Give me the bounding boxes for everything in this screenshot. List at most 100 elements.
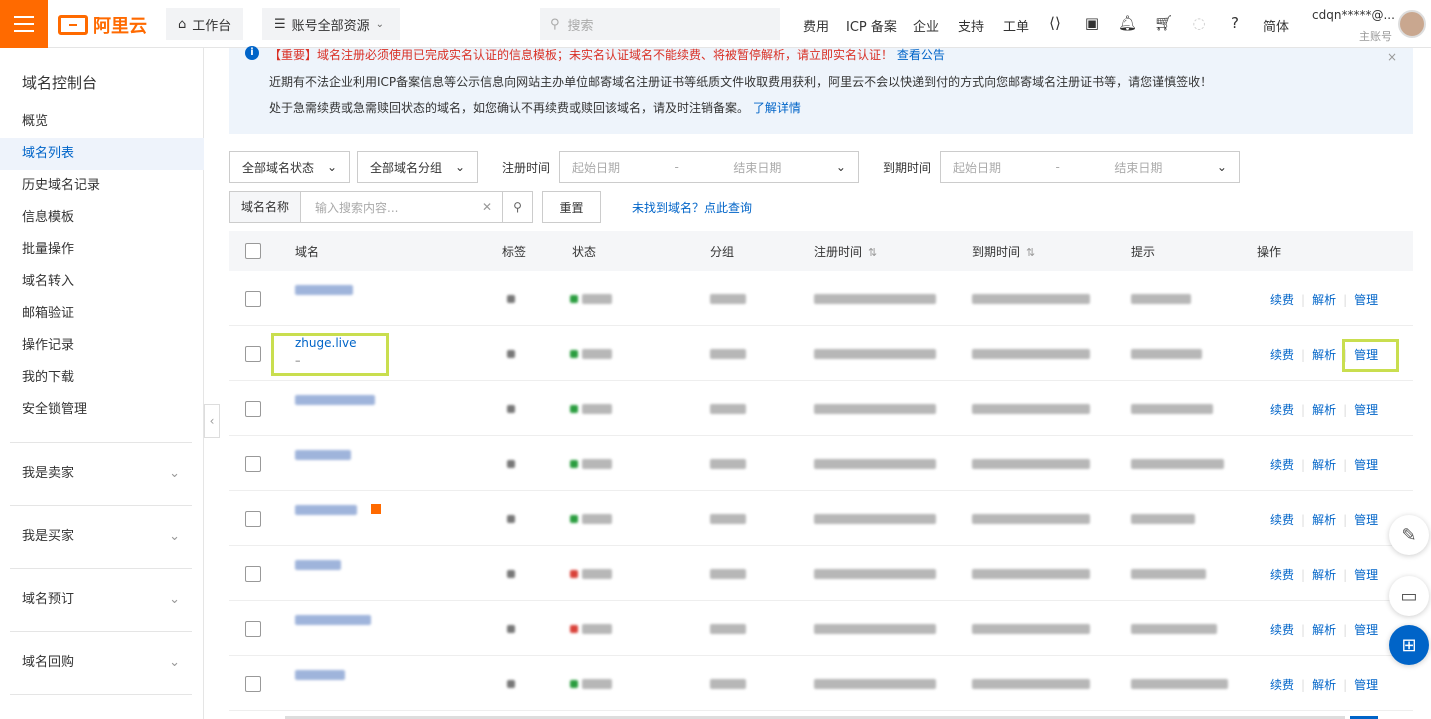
select-all-checkbox[interactable]: [245, 243, 261, 259]
row-checkbox[interactable]: [245, 676, 261, 692]
row-checkbox[interactable]: [245, 456, 261, 472]
aliyun-logo[interactable]: 阿里云: [58, 12, 147, 38]
sidebar-item-security-lock[interactable]: 安全锁管理: [0, 394, 204, 426]
workbench-button[interactable]: ⌂ 工作台: [166, 8, 244, 40]
edit-feedback-button[interactable]: ✎: [1389, 515, 1429, 555]
renew-link[interactable]: 续费: [1270, 621, 1294, 638]
row-checkbox[interactable]: [245, 621, 261, 637]
reg-start-date[interactable]: 起始日期: [572, 159, 620, 176]
domain-group-select[interactable]: 全部域名分组 ⌄: [357, 151, 478, 183]
manage-link[interactable]: 管理: [1354, 511, 1378, 528]
domain-name-blurred[interactable]: [295, 285, 353, 295]
exp-start-date[interactable]: 起始日期: [953, 159, 1001, 176]
exp-end-date[interactable]: 结束日期: [1114, 159, 1162, 176]
sidebar-item-downloads[interactable]: 我的下载: [0, 362, 204, 394]
manage-link[interactable]: 管理: [1354, 456, 1378, 473]
col-reg-time[interactable]: 注册时间 ⇅: [814, 243, 877, 260]
dns-resolve-link[interactable]: 解析: [1312, 291, 1336, 308]
sort-icon[interactable]: ⇅: [868, 246, 877, 259]
lightbulb-icon[interactable]: ◌: [1190, 14, 1208, 32]
registration-date-range[interactable]: 起始日期 - 结束日期 ⌄: [559, 151, 859, 183]
manage-link[interactable]: 管理: [1354, 291, 1378, 308]
manage-link[interactable]: 管理: [1354, 621, 1378, 638]
domain-name-blurred[interactable]: [295, 670, 345, 680]
account-info[interactable]: cdqn*****@... 主账号: [1312, 8, 1395, 44]
notice-announcement-link[interactable]: 查看公告: [897, 48, 945, 62]
expiration-date-range[interactable]: 起始日期 - 结束日期 ⌄: [940, 151, 1240, 183]
expiration-time-label: 到期时间: [883, 161, 932, 175]
sidebar-group-seller[interactable]: 我是卖家 ⌄: [0, 443, 204, 505]
dns-resolve-link[interactable]: 解析: [1312, 566, 1336, 583]
row-checkbox[interactable]: [245, 511, 261, 527]
terminal-icon[interactable]: ▣: [1083, 14, 1101, 32]
sidebar-item-email-verify[interactable]: 邮箱验证: [0, 298, 204, 330]
manage-link[interactable]: 管理: [1354, 676, 1378, 693]
nav-ticket[interactable]: 工单: [1003, 16, 1029, 35]
renew-link[interactable]: 续费: [1270, 456, 1294, 473]
domain-name-blurred[interactable]: [295, 615, 371, 625]
domain-search-input[interactable]: 输入搜索内容...: [301, 199, 472, 216]
row-checkbox[interactable]: [245, 291, 261, 307]
global-search-input[interactable]: ⚲ 搜索: [540, 8, 780, 40]
quick-tools-button[interactable]: ⊞: [1389, 625, 1429, 665]
renew-link[interactable]: 续费: [1270, 291, 1294, 308]
resource-selector[interactable]: ☰ 账号全部资源 ⌄: [262, 8, 400, 40]
sidebar-item-history[interactable]: 历史域名记录: [0, 170, 204, 202]
manage-link[interactable]: 管理: [1354, 401, 1378, 418]
domain-status-select[interactable]: 全部域名状态 ⌄: [229, 151, 350, 183]
sidebar-item-overview[interactable]: 概览: [0, 106, 204, 138]
col-exp-time[interactable]: 到期时间 ⇅: [972, 243, 1035, 260]
manage-link[interactable]: 管理: [1354, 566, 1378, 583]
renew-link[interactable]: 续费: [1270, 676, 1294, 693]
sidebar-group-buyer[interactable]: 我是买家 ⌄: [0, 506, 204, 568]
domain-name-blurred[interactable]: [295, 505, 357, 515]
sidebar-group-reserve[interactable]: 域名预订 ⌄: [0, 569, 204, 631]
avatar[interactable]: [1398, 10, 1426, 38]
hint-blurred: [1131, 294, 1191, 304]
sidebar-item-domain-list[interactable]: 域名列表: [0, 138, 204, 170]
notice-details-link[interactable]: 了解详情: [753, 101, 801, 115]
clear-icon[interactable]: ✕: [472, 200, 502, 214]
dns-resolve-link[interactable]: 解析: [1312, 401, 1336, 418]
dns-resolve-link[interactable]: 解析: [1312, 676, 1336, 693]
renew-link[interactable]: 续费: [1270, 346, 1294, 363]
help-icon[interactable]: ?: [1226, 14, 1244, 32]
close-icon[interactable]: ×: [1387, 50, 1397, 64]
nav-fees[interactable]: 费用: [803, 16, 829, 35]
domain-name-blurred[interactable]: [295, 395, 375, 405]
nav-icp[interactable]: ICP 备案: [846, 16, 897, 35]
renew-link[interactable]: 续费: [1270, 566, 1294, 583]
sidebar-item-operation-log[interactable]: 操作记录: [0, 330, 204, 362]
row-checkbox[interactable]: [245, 566, 261, 582]
dns-resolve-link[interactable]: 解析: [1312, 456, 1336, 473]
sidebar-collapse-handle[interactable]: ‹: [204, 404, 220, 438]
row-checkbox[interactable]: [245, 346, 261, 362]
dns-resolve-link[interactable]: 解析: [1312, 346, 1336, 363]
cart-icon[interactable]: 🛒︎: [1154, 14, 1173, 32]
language-switch[interactable]: 简体: [1263, 16, 1289, 35]
sidebar-item-transfer-in[interactable]: 域名转入: [0, 266, 204, 298]
chat-button[interactable]: ▭: [1389, 576, 1429, 616]
nav-enterprise[interactable]: 企业: [913, 16, 939, 35]
sidebar-item-templates[interactable]: 信息模板: [0, 202, 204, 234]
domain-name-blurred[interactable]: [295, 450, 351, 460]
dns-resolve-link[interactable]: 解析: [1312, 511, 1336, 528]
renew-link[interactable]: 续费: [1270, 401, 1294, 418]
sidebar-item-batch[interactable]: 批量操作: [0, 234, 204, 266]
sidebar-group-buyback[interactable]: 域名回购 ⌄: [0, 632, 204, 694]
sort-icon[interactable]: ⇅: [1026, 246, 1035, 259]
reg-end-date[interactable]: 结束日期: [733, 159, 781, 176]
domain-name-blurred[interactable]: [295, 560, 341, 570]
hamburger-menu-button[interactable]: [0, 0, 48, 48]
dns-resolve-link[interactable]: 解析: [1312, 621, 1336, 638]
highlight-box: [1342, 339, 1399, 372]
row-checkbox[interactable]: [245, 401, 261, 417]
nav-support[interactable]: 支持: [958, 16, 984, 35]
renew-link[interactable]: 续费: [1270, 511, 1294, 528]
code-icon[interactable]: ⟨⟩: [1046, 14, 1064, 32]
reset-button[interactable]: 重置: [542, 191, 601, 223]
bell-icon[interactable]: 🔔︎: [1118, 14, 1137, 32]
domain-not-found-link[interactable]: 未找到域名？点此查询: [632, 199, 752, 216]
hint-blurred: [1131, 459, 1224, 469]
search-icon[interactable]: ⚲: [502, 192, 532, 222]
